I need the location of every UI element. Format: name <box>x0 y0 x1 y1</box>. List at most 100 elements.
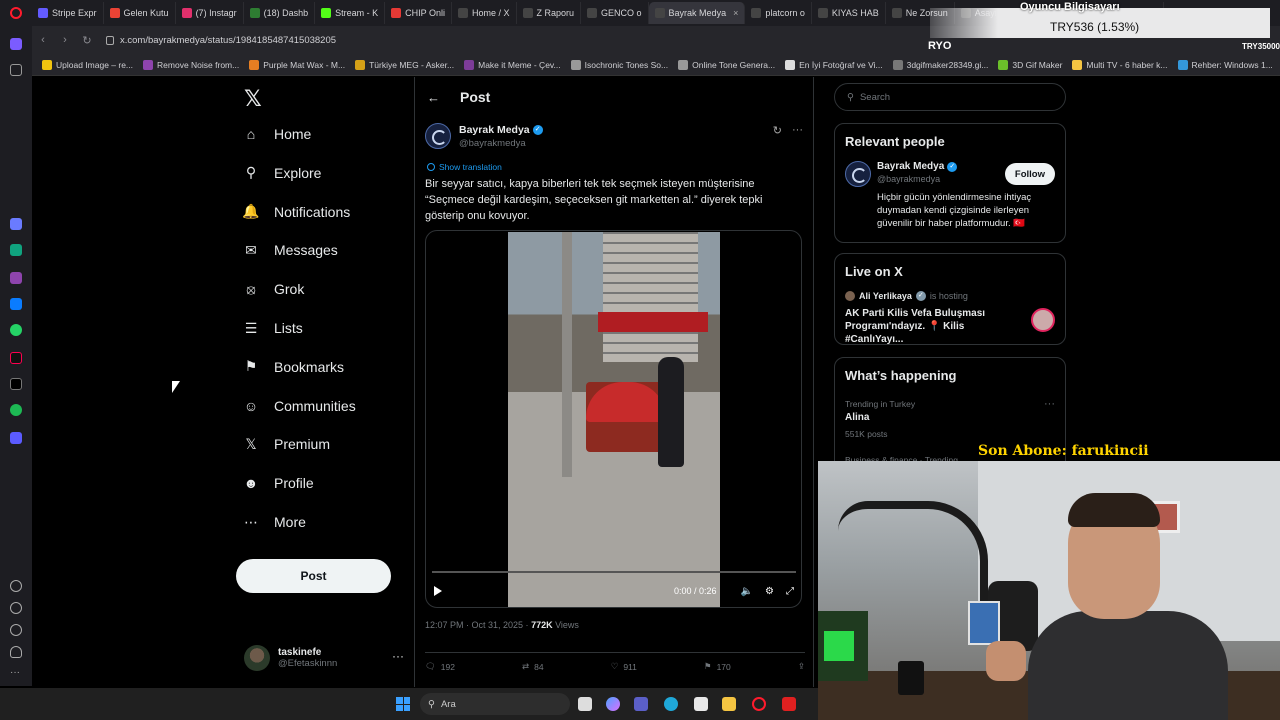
bookmark-item[interactable]: 3D Gif Maker <box>998 59 1062 70</box>
video-frame[interactable] <box>508 232 720 607</box>
bookmark-item[interactable]: Upload Image – re... <box>42 59 133 70</box>
bookmark-item[interactable]: Multi TV - 6 haber k... <box>1072 59 1168 70</box>
bookmark-item[interactable]: En İyi Fotoğraf ve Vi... <box>785 59 883 70</box>
bookmark-item[interactable]: Purple Mat Wax - M... <box>249 59 345 70</box>
opera-logo-icon[interactable] <box>0 0 32 26</box>
more-dots-icon[interactable]: ··· <box>792 124 803 137</box>
tiktok-sidebar-icon[interactable] <box>10 352 22 364</box>
nav-item-notifications[interactable]: 🔔 Notifications <box>242 203 350 221</box>
post-author[interactable]: Bayrak Medya ✓ @bayrakmedya <box>425 123 543 149</box>
browser-tab[interactable]: Stream - K <box>315 2 386 24</box>
bookmark-item[interactable]: Türkiye MEG - Asker... <box>355 59 454 70</box>
bookmark-item[interactable]: Isochronic Tones So... <box>570 59 668 70</box>
lightbulb-sidebar-icon[interactable] <box>10 646 22 658</box>
store-icon[interactable] <box>694 697 708 711</box>
bookmark-item[interactable]: Make it Meme - Çev... <box>464 59 561 70</box>
browser-tab[interactable]: Bayrak Medya × <box>648 2 746 24</box>
account-switcher[interactable]: taskinefe @Efetaskinnn ··· <box>244 643 404 673</box>
nav-item-home[interactable]: ⌂ Home <box>242 125 312 143</box>
history-sidebar-icon[interactable] <box>10 602 22 614</box>
bookmark-item[interactable]: Rehber: Windows 1... <box>1177 59 1273 70</box>
whatsapp-sidebar-icon[interactable] <box>10 324 22 336</box>
reply-button[interactable]: 🗨 192 <box>425 661 455 672</box>
nav-item-explore[interactable]: ⚲ Explore <box>242 164 322 182</box>
reload-icon[interactable]: ↻ <box>76 34 98 47</box>
bookmark-item[interactable]: 3dgifmaker28349.gi... <box>892 59 988 70</box>
browser-tab[interactable]: KIYAS HAB <box>812 2 886 24</box>
browser-tab[interactable]: (18) Dashb <box>244 2 316 24</box>
bookmark-button[interactable]: ⚑ 170 <box>704 661 731 672</box>
nav-item-lists[interactable]: ☰ Lists <box>242 319 303 337</box>
live-avatar[interactable] <box>1031 308 1055 332</box>
browser-tab[interactable]: Z Raporu <box>517 2 582 24</box>
home-sidebar-icon[interactable] <box>10 38 22 50</box>
post-button[interactable]: Post <box>236 559 391 593</box>
browser-tab[interactable]: CHIP Onli <box>385 2 452 24</box>
x-logo-icon[interactable]: 𝕏 <box>244 87 262 112</box>
aria-sidebar-icon[interactable] <box>10 218 22 230</box>
browser-tab[interactable]: Home / X <box>452 2 517 24</box>
relevant-person[interactable]: Bayrak Medya ✓ @bayrakmedya Follow <box>845 161 1055 187</box>
browser-tab[interactable]: Gelen Kutu <box>104 2 176 24</box>
search-input[interactable]: ⚲ Search <box>834 83 1066 111</box>
show-translation-link[interactable]: Show translation <box>427 162 502 172</box>
ai-sidebar-icon[interactable] <box>10 272 22 284</box>
settings-sidebar-icon[interactable] <box>10 624 22 636</box>
taskbar-search[interactable]: ⚲ Ara <box>420 693 570 715</box>
forward-arrow-icon[interactable]: › <box>54 34 76 46</box>
messenger-sidebar-icon[interactable] <box>10 298 22 310</box>
bookmark-item[interactable]: Remove Noise from... <box>143 59 239 70</box>
url-field[interactable]: x.com/bayrakmedya/status/198418548741503… <box>106 35 336 46</box>
nav-item-communities[interactable]: ☺ Communities <box>242 397 356 415</box>
x-sidebar-icon[interactable] <box>10 378 22 390</box>
settings-gear-icon[interactable]: ⚙ <box>765 586 774 597</box>
windows-start-icon[interactable] <box>396 697 410 711</box>
opera-taskbar-icon[interactable] <box>752 697 766 711</box>
like-button[interactable]: ♡ 911 <box>611 661 637 672</box>
nav-item-premium[interactable]: 𝕏 Premium <box>242 435 330 453</box>
star-sidebar-icon[interactable] <box>10 64 22 76</box>
nav-item-profile[interactable]: ☻ Profile <box>242 474 314 492</box>
video-player[interactable]: 0:00 / 0:26 🔈 ⚙ ⤢ <box>425 230 802 608</box>
browser-tab[interactable]: platcorn o <box>745 2 812 24</box>
nav-item-bookmarks[interactable]: ⚑ Bookmarks <box>242 358 344 376</box>
browser-tab[interactable]: (7) Instagr <box>176 2 244 24</box>
back-arrow-icon[interactable]: ← <box>427 90 440 105</box>
spotify-sidebar-icon[interactable] <box>10 404 22 416</box>
repost-button[interactable]: ⇄ 84 <box>522 661 544 672</box>
video-progress-bar[interactable] <box>432 571 796 573</box>
grok-icon[interactable]: ↻ <box>773 124 782 137</box>
play-icon[interactable] <box>434 586 442 596</box>
close-tab-icon[interactable]: × <box>733 8 738 18</box>
nav-item-messages[interactable]: ✉ Messages <box>242 241 338 259</box>
more-dots-icon[interactable]: ··· <box>1044 398 1055 410</box>
live-event-title[interactable]: AK Parti Kilis Vefa Buluşması Programı'n… <box>845 307 1025 346</box>
task-view-icon[interactable] <box>578 697 592 711</box>
browser-tab[interactable]: Stripe Expr <box>32 2 104 24</box>
fullscreen-icon[interactable]: ⤢ <box>786 586 794 597</box>
post-timestamp[interactable]: 12:07 PM · Oct 31, 2025 · <box>425 620 531 630</box>
copilot-icon[interactable] <box>606 697 620 711</box>
teams-icon[interactable] <box>634 697 648 711</box>
follow-button[interactable]: Follow <box>1004 163 1055 185</box>
author-avatar[interactable] <box>425 123 451 149</box>
nav-item-more[interactable]: ⋯ More <box>242 513 306 531</box>
relevant-person-name[interactable]: Bayrak Medya <box>877 161 944 172</box>
chatgpt-sidebar-icon[interactable] <box>10 244 22 256</box>
trend-name[interactable]: Alina <box>845 412 1055 423</box>
back-arrow-icon[interactable]: ‹ <box>32 34 54 46</box>
browser-tab[interactable]: GENCO o <box>581 2 649 24</box>
file-explorer-icon[interactable] <box>722 697 736 711</box>
app-taskbar-icon[interactable] <box>782 697 796 711</box>
edge-icon[interactable] <box>664 697 678 711</box>
live-host-row[interactable]: Ali Yerlikaya ✓ is hosting <box>845 291 1055 301</box>
more-sidebar-icon[interactable]: ··· <box>10 668 22 680</box>
relevant-person-avatar[interactable] <box>845 161 871 187</box>
bookmark-item[interactable]: Online Tone Genera... <box>678 59 775 70</box>
more-dots-icon[interactable]: ··· <box>392 649 404 663</box>
volume-icon[interactable]: 🔈 <box>741 586 753 597</box>
player-sidebar-icon[interactable] <box>10 432 22 444</box>
author-name[interactable]: Bayrak Medya <box>459 124 530 136</box>
share-button[interactable]: ⇪ <box>798 661 805 672</box>
nav-item-grok[interactable]: ⦻ Grok <box>242 280 304 298</box>
